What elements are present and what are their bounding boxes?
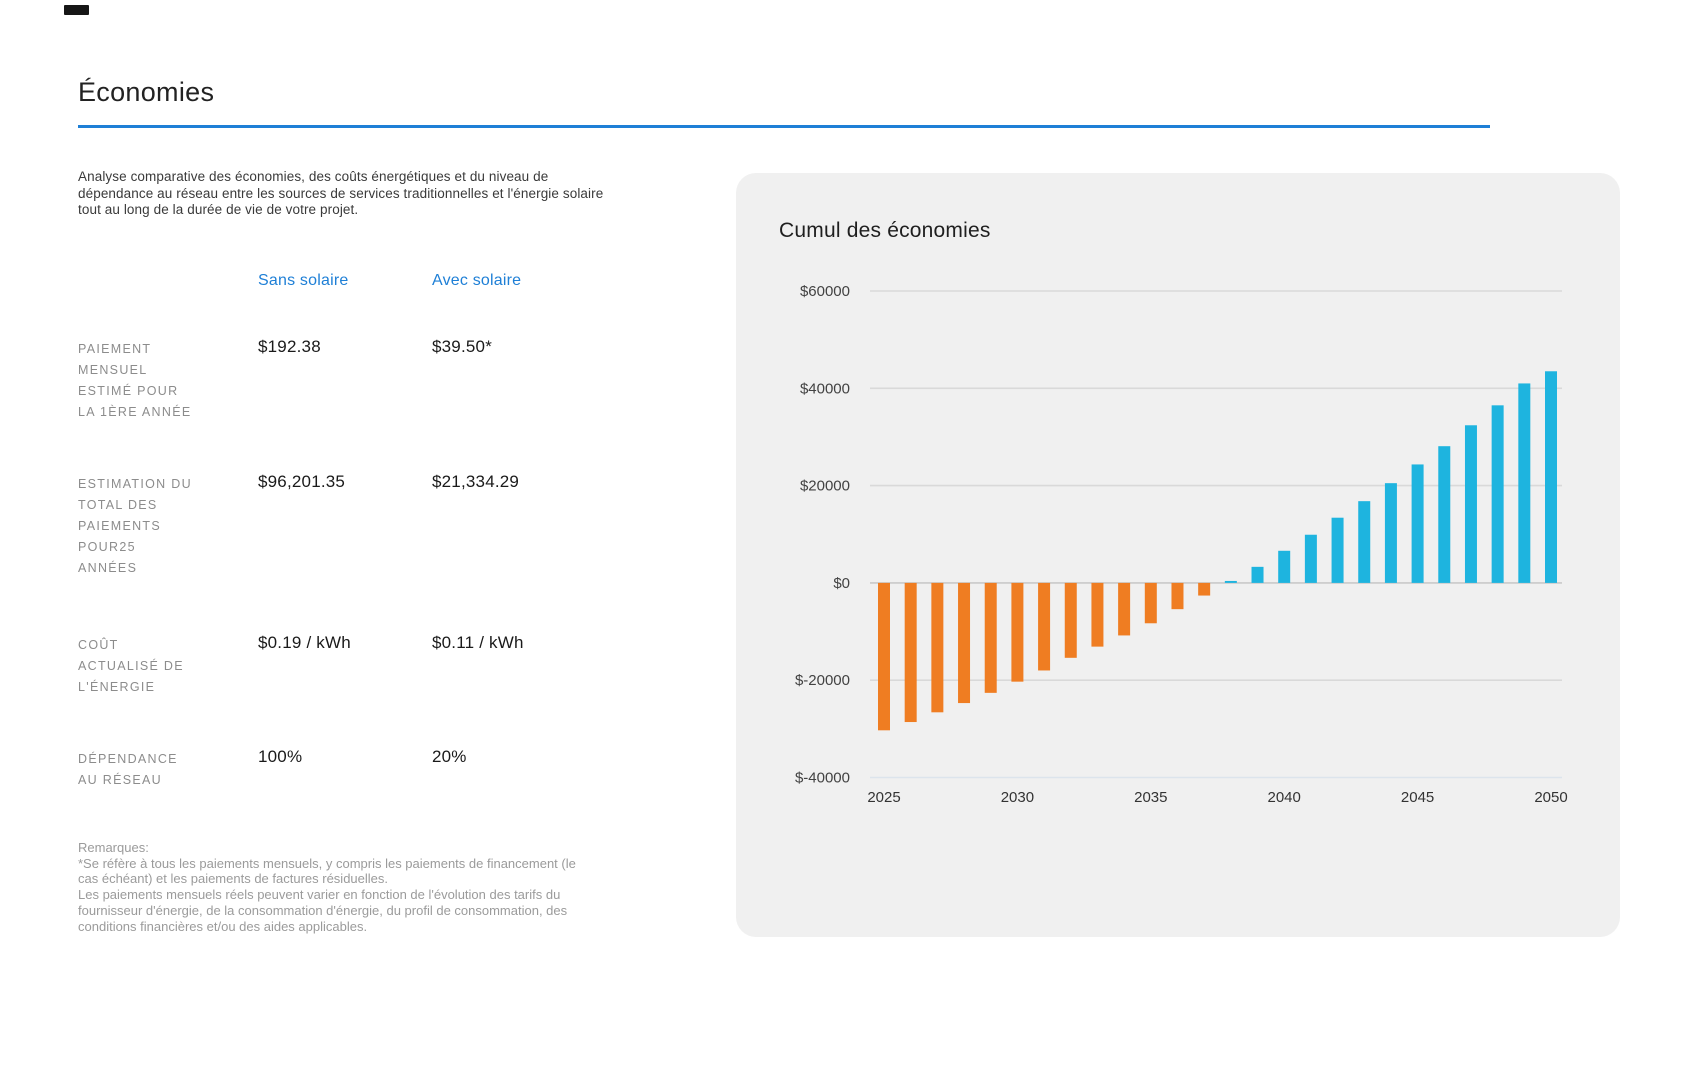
value-with-solar: $21,334.29 [432, 471, 698, 579]
x-tick-label: 2045 [1401, 789, 1434, 806]
row-label: DÉPENDANCE AU RÉSEAU [78, 746, 258, 791]
bar-positive [1358, 501, 1370, 583]
bar-negative [905, 583, 917, 722]
bar-negative [1171, 583, 1183, 609]
bar-positive [1518, 383, 1530, 582]
bar-negative [1145, 583, 1157, 623]
x-tick-label: 2040 [1268, 789, 1301, 806]
table-row-total-payments: ESTIMATION DU TOTAL DES PAIEMENTS POUR25… [78, 471, 698, 579]
bar-negative [931, 583, 943, 712]
comparison-table: Sans solaire Avec solaire PAIEMENT MENSU… [78, 271, 698, 839]
y-tick-label: $-20000 [795, 672, 850, 689]
table-row-grid-dependence: DÉPENDANCE AU RÉSEAU 100% 20% [78, 746, 698, 791]
x-tick-label: 2030 [1001, 789, 1034, 806]
bar-positive [1305, 535, 1317, 583]
bar-positive [1412, 464, 1424, 582]
bar-negative [1065, 583, 1077, 658]
y-tick-label: $-40000 [795, 770, 850, 787]
bar-negative [1011, 583, 1023, 682]
table-row-monthly-payment: PAIEMENT MENSUEL ESTIMÉ POUR LA 1ÈRE ANN… [78, 336, 698, 423]
value-with-solar: $39.50* [432, 336, 698, 423]
chart-panel: Cumul des économies $60000$40000$20000$0… [736, 173, 1620, 937]
bar-negative [1198, 583, 1210, 596]
column-header-without-solar: Sans solaire [258, 271, 432, 291]
x-tick-label: 2025 [867, 789, 900, 806]
table-row-levelized-cost: COÛT ACTUALISÉ DE L'ÉNERGIE $0.19 / kWh … [78, 632, 698, 698]
y-tick-label: $0 [833, 575, 850, 592]
y-tick-label: $20000 [800, 478, 850, 495]
bar-negative [985, 583, 997, 693]
bar-negative [878, 583, 890, 730]
column-header-with-solar: Avec solaire [432, 271, 698, 291]
notes-text: Remarques: *Se réfère à tous les paiemen… [78, 840, 612, 934]
bar-positive [1278, 551, 1290, 583]
bar-positive [1252, 567, 1264, 583]
bar-positive [1465, 425, 1477, 583]
row-label: PAIEMENT MENSUEL ESTIMÉ POUR LA 1ÈRE ANN… [78, 336, 258, 423]
row-label: ESTIMATION DU TOTAL DES PAIEMENTS POUR25… [78, 471, 258, 579]
cumulative-savings-chart: $60000 $40000 $20000 $0 $-20000 $-40000 2025 20… [736, 173, 1620, 937]
title-divider [78, 125, 1490, 128]
x-tick-label: 2050 [1534, 789, 1567, 806]
value-with-solar: $0.11 / kWh [432, 632, 698, 698]
bar-positive [1225, 581, 1237, 583]
y-tick-label: $60000 [800, 283, 850, 300]
empty-header-cell [78, 271, 258, 291]
bar-positive [1438, 446, 1450, 583]
y-tick-label: $40000 [800, 380, 850, 397]
bar-positive [1385, 483, 1397, 583]
value-without-solar: 100% [258, 746, 432, 791]
bar-positive [1545, 371, 1557, 583]
x-tick-label: 2035 [1134, 789, 1167, 806]
bar-positive [1492, 405, 1504, 583]
value-with-solar: 20% [432, 746, 698, 791]
bar-negative [958, 583, 970, 703]
value-without-solar: $96,201.35 [258, 471, 432, 579]
intro-text: Analyse comparative des économies, des c… [78, 169, 638, 219]
top-edge-artifact [64, 5, 89, 15]
comparison-header-row: Sans solaire Avec solaire [78, 271, 698, 291]
value-without-solar: $192.38 [258, 336, 432, 423]
bar-negative [1091, 583, 1103, 647]
bar-negative [1118, 583, 1130, 636]
bar-negative [1038, 583, 1050, 671]
value-without-solar: $0.19 / kWh [258, 632, 432, 698]
row-label: COÛT ACTUALISÉ DE L'ÉNERGIE [78, 632, 258, 698]
page-title: Économies [78, 76, 214, 108]
bar-positive [1332, 518, 1344, 583]
